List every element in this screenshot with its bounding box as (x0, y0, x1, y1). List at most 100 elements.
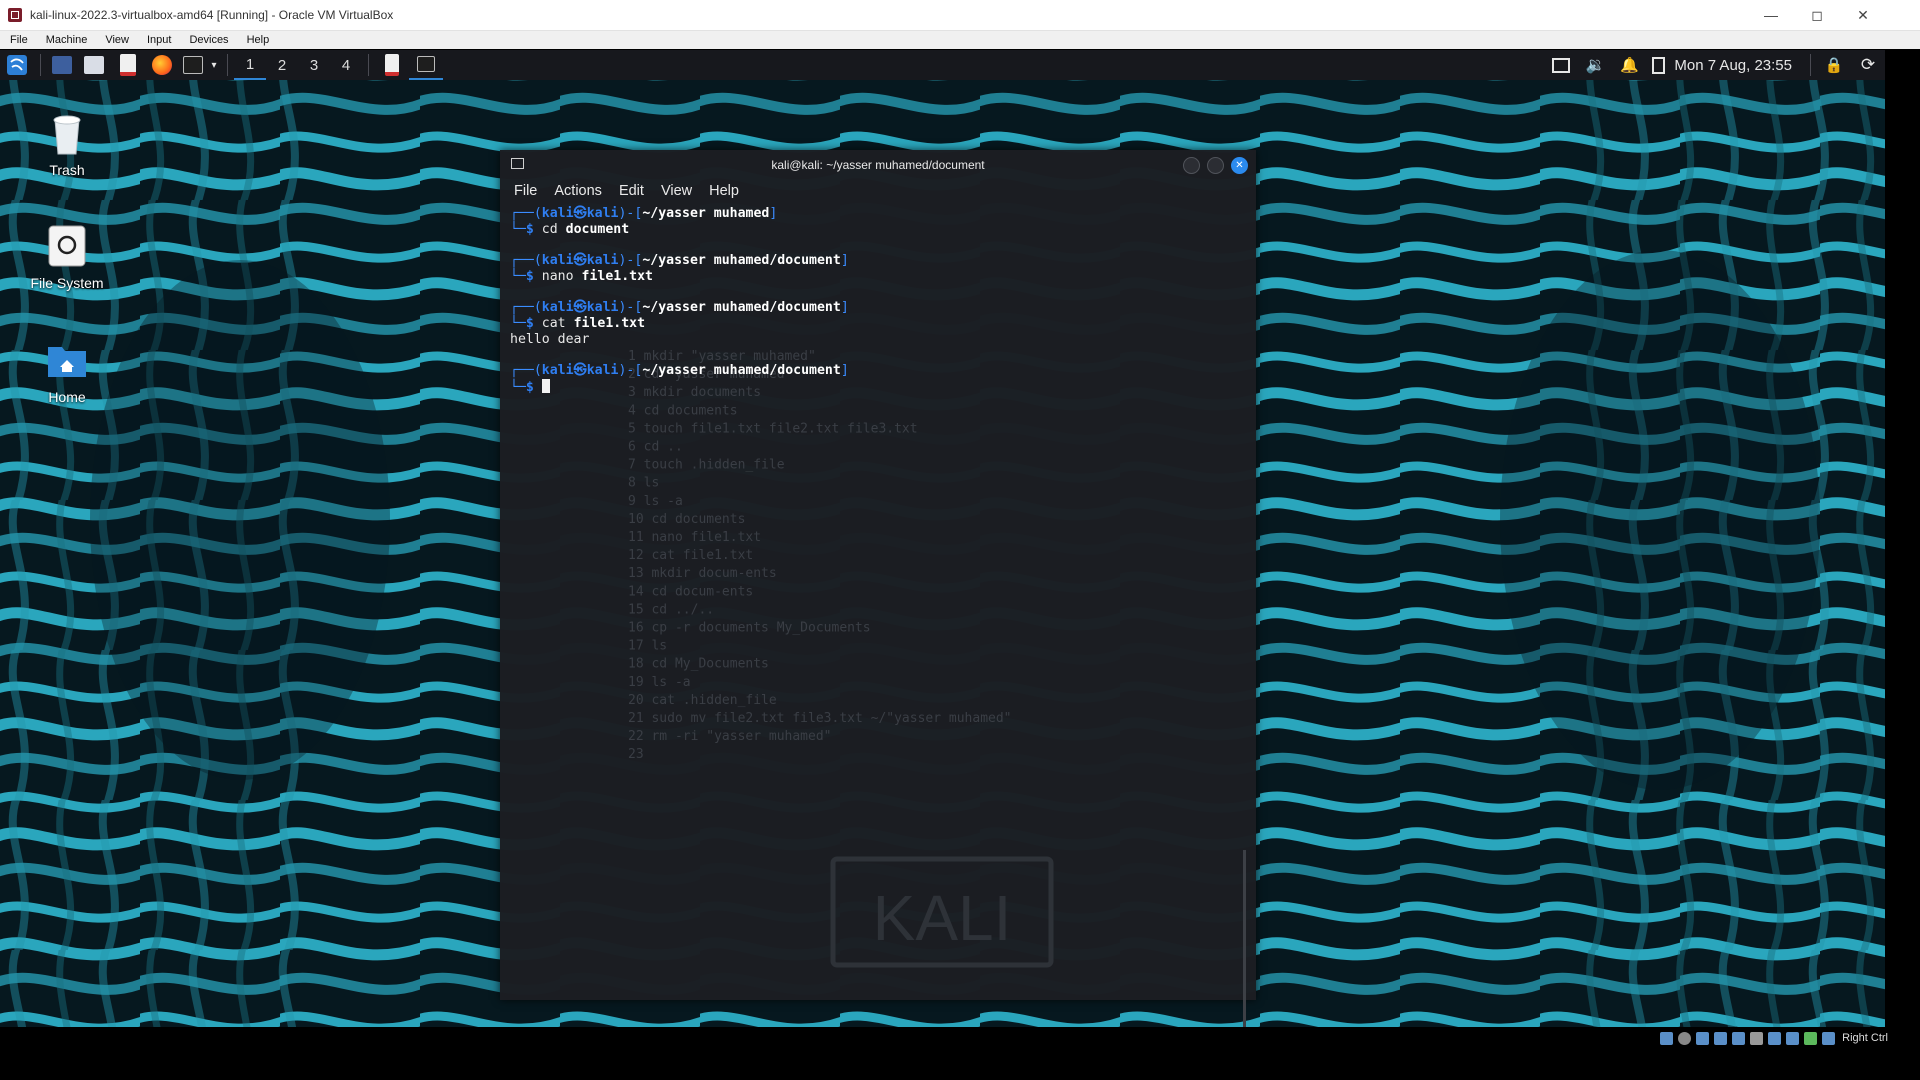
host-menu-devices[interactable]: Devices (180, 34, 237, 46)
firefox-icon (152, 55, 172, 75)
prompt-frame: ] (840, 253, 849, 268)
history-ghost-line: 21 sudo mv file2.txt file3.txt ~/"yasser… (628, 711, 1012, 726)
terminal-window: kali@kali: ~/yasser muhamed/document ✕ F… (500, 150, 1256, 1027)
shared-folders-status-icon[interactable] (1750, 1031, 1764, 1045)
notifications-tray-button[interactable]: 🔔 (1612, 50, 1646, 80)
terminal-icon (417, 56, 435, 72)
optical-drive-status-icon[interactable] (1678, 1031, 1692, 1045)
terminal-title: kali@kali: ~/yasser muhamed/document (771, 158, 985, 172)
terminal-menu-edit[interactable]: Edit (619, 183, 644, 199)
desktop-icon-trash[interactable]: Trash (12, 110, 122, 178)
history-ghost-line: 10 cd documents (628, 512, 745, 527)
panel-clock[interactable]: Mon 7 Aug, 23:55 (1674, 57, 1792, 74)
prompt-host: kali (586, 253, 619, 268)
terminal-output[interactable]: ┌──(kali㉿kali)-[~/yasser muhamed] └─$ cd … (510, 206, 849, 395)
kali-menu-button[interactable] (0, 50, 34, 80)
file-manager-button[interactable] (77, 50, 111, 80)
history-ghost-line: 18 cd My_Documents (628, 657, 769, 672)
history-ghost-line: 23 (628, 747, 644, 762)
host-menu-file[interactable]: File (0, 34, 37, 46)
battery-tray-button[interactable] (1646, 50, 1670, 80)
workspace-4[interactable]: 4 (330, 50, 362, 80)
prompt-command-line: └─$ (510, 379, 849, 395)
close-button[interactable]: ✕ (1840, 0, 1886, 30)
prompt-frame: )-[ (618, 253, 643, 268)
prompt-header-line: ┌──(kali㉿kali)-[~/yasser muhamed] (510, 206, 849, 222)
text-editor-button[interactable] (111, 50, 145, 80)
kali-dragon-icon (7, 55, 27, 75)
desktop-icon-home[interactable]: Home (12, 337, 122, 405)
workspace-2[interactable]: 2 (266, 50, 298, 80)
command-name: cd (541, 222, 558, 237)
prompt-user: kali (541, 206, 574, 221)
prompt-host: kali (586, 206, 619, 221)
hard-disk-status-icon[interactable] (1660, 1031, 1674, 1045)
host-menu-input[interactable]: Input (138, 34, 180, 46)
maximize-button[interactable]: ◻ (1794, 0, 1840, 30)
history-ghost-line: 19 ls -a (628, 675, 691, 690)
prompt-header-line: ┌──(kali㉿kali)-[~/yasser muhamed/documen… (510, 363, 849, 379)
terminal-menu-file[interactable]: File (514, 183, 537, 199)
host-menu-view[interactable]: View (96, 34, 138, 46)
host-menubar: File Machine View Input Devices Help (0, 31, 1920, 49)
terminal-body[interactable]: 1 mkdir "yasser muhamed" 2 cd "yasser muh… (500, 202, 1256, 1027)
terminal-minimize-button[interactable] (1183, 157, 1200, 174)
firefox-button[interactable] (145, 50, 179, 80)
mouse-integration-icon[interactable] (1822, 1031, 1836, 1045)
host-menu-help[interactable]: Help (238, 34, 279, 46)
prompt-frame: ] (769, 206, 778, 221)
bell-icon: 🔔 (1620, 57, 1639, 74)
history-ghost-line: 9 ls -a (628, 494, 683, 509)
terminal-menu-view[interactable]: View (661, 183, 692, 199)
prompt-frame: )-[ (618, 300, 643, 315)
terminal-menu-help[interactable]: Help (709, 183, 739, 199)
text-editor-icon (385, 54, 399, 76)
terminal-maximize-button[interactable] (1207, 157, 1224, 174)
taskbar-terminal[interactable] (409, 50, 443, 80)
taskbar-text-editor[interactable] (375, 50, 409, 80)
lock-screen-button[interactable]: 🔒 (1817, 50, 1851, 80)
text-editor-icon (120, 54, 136, 76)
volume-tray-button[interactable]: 🔉 (1578, 50, 1612, 80)
launcher-dropdown[interactable]: ▾ (207, 50, 221, 80)
prompt-frame: )-[ (618, 206, 643, 221)
history-ghost-line: 11 nano file1.txt (628, 530, 761, 545)
text-cursor (541, 379, 550, 393)
desktop-icon-label: File System (30, 275, 104, 291)
workspace-3[interactable]: 3 (298, 50, 330, 80)
history-ghost-line: 6 cd .. (628, 440, 683, 455)
audio-status-icon[interactable] (1696, 1031, 1710, 1045)
logout-button[interactable]: ⟳ (1851, 50, 1885, 80)
network-status-icon[interactable] (1714, 1031, 1728, 1045)
desktop-icon-file-system[interactable]: File System (12, 223, 122, 291)
host-menu-machine[interactable]: Machine (37, 34, 97, 46)
power-icon: ⟳ (1860, 55, 1876, 74)
battery-icon (1651, 56, 1665, 74)
minimize-button[interactable]: — (1748, 0, 1794, 30)
prompt-frame: ┌──( (510, 206, 542, 221)
terminal-close-button[interactable]: ✕ (1231, 157, 1248, 174)
prompt-frame: └─ (510, 269, 526, 284)
history-ghost-line: 7 touch .hidden_file (628, 458, 785, 473)
host-titlebar: kali-linux-2022.3-virtualbox-amd64 [Runn… (0, 0, 1920, 31)
terminal-menu-actions[interactable]: Actions (554, 183, 602, 199)
show-desktop-button[interactable] (47, 50, 77, 80)
display-status-icon[interactable] (1768, 1031, 1782, 1045)
history-ghost-line: 15 cd ../.. (628, 602, 714, 617)
history-ghost-line: 8 ls (628, 476, 659, 491)
host-key-label: Right Ctrl (1842, 1032, 1888, 1044)
terminal-scrollbar[interactable] (1243, 850, 1246, 1027)
usb-status-icon[interactable] (1732, 1031, 1746, 1045)
terminal-launcher-button[interactable] (179, 50, 207, 80)
host-statusbar: Right Ctrl (0, 1027, 1920, 1049)
prompt-header-line: ┌──(kali㉿kali)-[~/yasser muhamed/documen… (510, 253, 849, 269)
prompt-at-icon: ㉿ (573, 300, 587, 315)
recording-status-icon[interactable] (1786, 1031, 1800, 1045)
workspace-1[interactable]: 1 (234, 50, 266, 80)
prompt-frame: ┌──( (510, 253, 542, 268)
prompt-path: ~/yasser muhamed/document (642, 300, 841, 315)
terminal-titlebar[interactable]: kali@kali: ~/yasser muhamed/document ✕ (500, 150, 1256, 180)
cpu-status-icon[interactable] (1804, 1031, 1818, 1045)
display-tray-button[interactable] (1544, 50, 1578, 80)
